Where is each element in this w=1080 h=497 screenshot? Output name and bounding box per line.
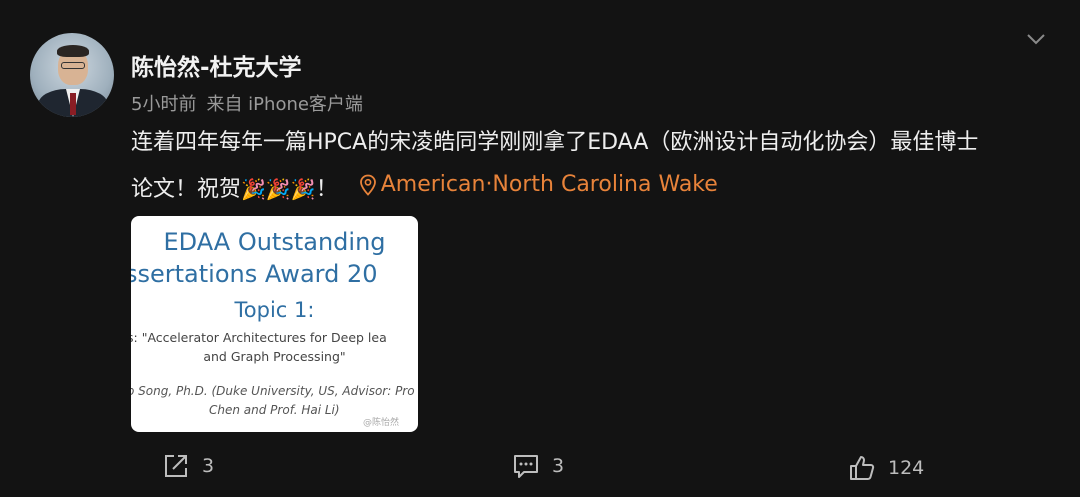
image-thesis-line2: and Graph Processing" bbox=[203, 349, 346, 364]
image-author-line2: Chen and Prof. Hai Li) bbox=[209, 403, 340, 417]
party-popper-emoji: 🎉🎉🎉 bbox=[241, 177, 316, 201]
comment-count: 3 bbox=[552, 455, 565, 477]
avatar-glasses bbox=[61, 62, 85, 69]
avatar-hair bbox=[57, 45, 89, 57]
location-pin-icon bbox=[359, 174, 376, 196]
action-bar: 3 3 124 bbox=[0, 450, 1080, 490]
post-text-line1: 连着四年每年一篇HPCA的宋凌皓同学刚刚拿了EDAA（欧洲设计自动化协会）最佳博… bbox=[131, 130, 979, 155]
image-title-line1: EDAA Outstanding bbox=[163, 228, 386, 256]
post-text-end: ！ bbox=[315, 177, 338, 202]
share-icon bbox=[165, 455, 187, 477]
location-link[interactable]: American·North Carolina Wake bbox=[359, 164, 718, 206]
comment-icon bbox=[514, 455, 538, 478]
post-meta: 5小时前 来自 iPhone客户端 bbox=[131, 90, 363, 116]
comment-button[interactable]: 3 bbox=[512, 452, 564, 480]
chevron-down-icon[interactable] bbox=[1026, 32, 1046, 46]
repost-count: 3 bbox=[202, 455, 215, 477]
location-label: American·North Carolina Wake bbox=[380, 172, 718, 197]
post-text-line2: 论文！祝贺🎉🎉🎉！ American·North Carolina Wake bbox=[131, 164, 1061, 211]
thumbs-up-icon bbox=[850, 456, 875, 480]
post-source[interactable]: 来自 iPhone客户端 bbox=[206, 90, 362, 116]
post-time: 5小时前 bbox=[131, 94, 197, 115]
post-image[interactable]: EDAA Outstanding ssertations Award 20 To… bbox=[131, 216, 418, 432]
image-topic: Topic 1: bbox=[234, 298, 315, 322]
image-watermark: @陈怡然 bbox=[363, 418, 400, 428]
like-count: 124 bbox=[888, 457, 925, 479]
post-body: 连着四年每年一篇HPCA的宋凌皓同学刚刚拿了EDAA（欧洲设计自动化协会）最佳博… bbox=[131, 122, 1061, 211]
author-avatar[interactable] bbox=[30, 33, 114, 117]
image-title-line2: ssertations Award 20 bbox=[131, 260, 378, 288]
author-name[interactable]: 陈怡然-杜克大学 bbox=[131, 48, 302, 82]
image-author-line1: o Song, Ph.D. (Duke University, US, Advi… bbox=[131, 384, 415, 398]
repost-button[interactable]: 3 bbox=[162, 452, 214, 480]
avatar-tie bbox=[70, 93, 76, 115]
post-text-congrats: 论文！祝贺 bbox=[131, 177, 242, 202]
like-button[interactable]: 124 bbox=[848, 454, 924, 482]
image-thesis-line1: s: "Accelerator Architectures for Deep l… bbox=[131, 330, 387, 345]
